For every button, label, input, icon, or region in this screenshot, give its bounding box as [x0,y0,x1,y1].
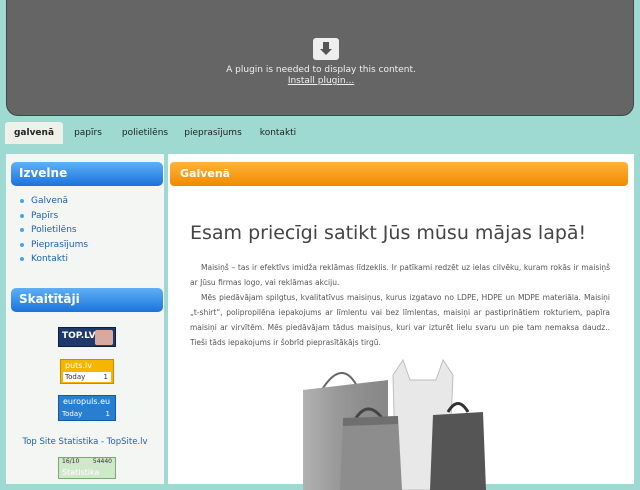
sidebar: Izvelne Galvenā Papīrs Polietilēns Piepr… [6,154,164,484]
nav-item-papirs[interactable]: papīrs [66,122,110,144]
main-content: Galvenā Esam priecīgi satikt Jūs mūsu mā… [168,154,634,490]
nav-item-polietilens[interactable]: polietilēns [116,122,174,144]
sidebar-menu: Galvenā Papīrs Polietilēns Pieprasījums … [20,194,88,267]
europuls-today-value: 1 [105,410,110,418]
plugin-message: A plugin is needed to display this conte… [226,65,416,75]
main-header: Galvenā [170,162,628,186]
statistika-right: 54440 [92,458,112,465]
install-plugin-link[interactable]: Install plugin... [7,76,635,87]
toplv-label: TOP.LV [62,331,96,341]
sidebar-menu-title: Izvelne [11,162,163,186]
puts-today-label: Today [65,373,86,381]
sidebar-counters-title: Skaitītāji [11,288,163,312]
sidebar-item-polietilens[interactable]: Polietilēns [20,223,88,238]
sidebar-item-pieprasijums[interactable]: Pieprasījums [20,238,88,253]
europuls-today-label: Today [62,410,83,418]
puts-today-value: 1 [103,373,108,381]
nav-item-galvena[interactable]: galvenā [5,122,63,144]
toplv-avatar-icon [95,330,113,345]
toplv-badge[interactable]: TOP.LV [58,327,116,347]
page-title: Esam priecīgi satikt Jūs mūsu mājas lapā… [190,222,587,244]
nav-item-pieprasijums[interactable]: pieprasījums [182,122,244,144]
topsite-link[interactable]: Top Site Statistika - TopSite.lv [6,437,164,447]
sidebar-item-kontakti[interactable]: Kontakti [20,252,88,267]
europuls-badge[interactable]: europuls.eu Today 1 [58,395,116,421]
europuls-brand: europuls.eu [63,397,111,406]
puts-badge[interactable]: puts.lv Today 1 [60,359,114,384]
shopping-bags-image [303,358,486,490]
plugin-download-icon [313,38,339,60]
intro-paragraph-2: Mēs piedāvājam spilgtus, kvalitatīvus ma… [190,293,610,347]
intro-text: Maisiņš – tas ir efektīvs imidža reklāma… [190,260,610,350]
statistika-badge[interactable]: 16/10 54440 Statistika [58,457,116,479]
statistika-left: 16/10 [62,458,80,465]
intro-paragraph-1: Maisiņš – tas ir efektīvs imidža reklāma… [190,263,610,287]
puts-brand: puts.lv [65,361,92,370]
top-nav: galvenā papīrs polietilēns pieprasījums … [0,118,640,148]
sidebar-item-galvena[interactable]: Galvenā [20,194,88,209]
nav-item-kontakti[interactable]: kontakti [254,122,302,144]
plugin-placeholder: A plugin is needed to display this conte… [6,0,634,116]
sidebar-item-papirs[interactable]: Papīrs [20,209,88,224]
statistika-label: Statistika [62,468,100,477]
